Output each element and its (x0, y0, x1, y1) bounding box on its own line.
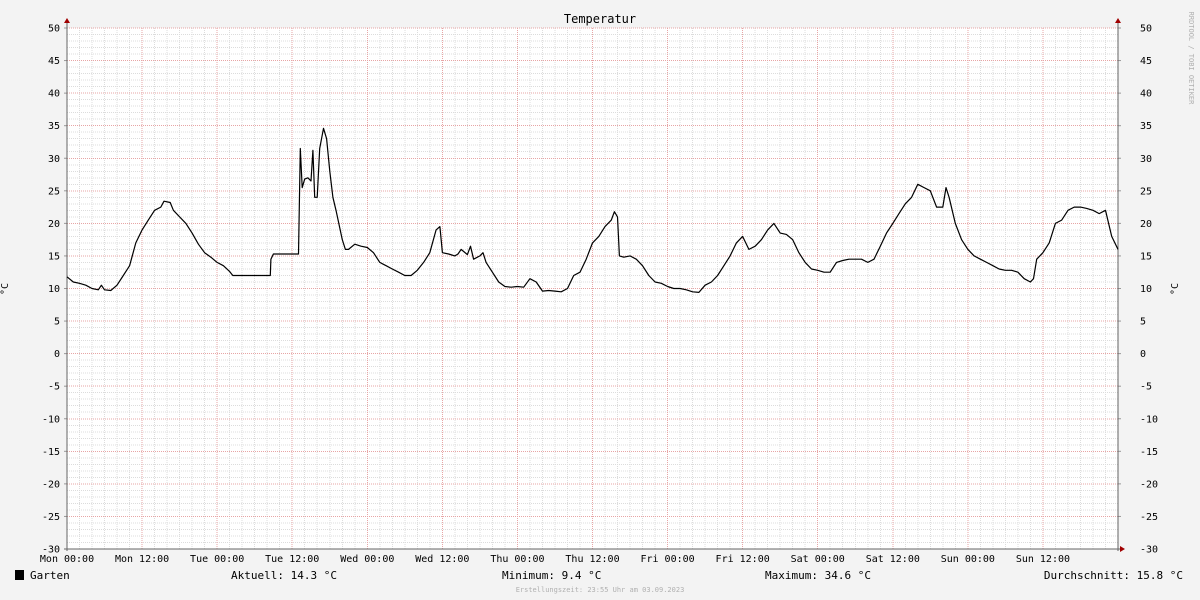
y-tick-label-left: 5 (54, 317, 60, 328)
y-tick-label-right: 25 (1140, 186, 1152, 197)
legend-swatch-garten (15, 570, 24, 580)
x-tick-label: Sun 00:00 (941, 554, 995, 565)
x-tick-label: Fri 12:00 (716, 554, 770, 565)
y-tick-label-left: 45 (48, 56, 60, 67)
y-tick-label-right: 5 (1140, 317, 1146, 328)
y-tick-label-right: 40 (1140, 89, 1152, 100)
y-tick-label-left: -20 (42, 479, 60, 490)
y-axis-label-right: °C (1170, 283, 1181, 295)
minimum-value: Minimum: 9.4 °C (502, 569, 601, 582)
chart-title: Temperatur (564, 12, 636, 26)
x-tick-label: Mon 12:00 (115, 554, 169, 565)
y-tick-label-left: 50 (48, 24, 60, 35)
y-tick-label-left: -5 (48, 382, 60, 393)
x-tick-label: Sun 12:00 (1016, 554, 1070, 565)
average-value: Durchschnitt: 15.8 °C (1044, 569, 1183, 582)
y-tick-label-right: 50 (1140, 24, 1152, 35)
y-tick-label-left: 20 (48, 219, 60, 230)
x-tick-label: Mon 00:00 (40, 554, 94, 565)
legend-label-garten: Garten (30, 569, 70, 582)
x-tick-label: Fri 00:00 (640, 554, 694, 565)
y-tick-label-left: -15 (42, 447, 60, 458)
y-tick-label-right: 10 (1140, 284, 1152, 295)
y-tick-label-left: 15 (48, 251, 60, 262)
maximum-value: Maximum: 34.6 °C (765, 569, 871, 582)
y-tick-label-left: 35 (48, 121, 60, 132)
x-tick-label: Wed 00:00 (340, 554, 394, 565)
y-tick-label-right: 20 (1140, 219, 1152, 230)
y-tick-label-right: -25 (1140, 512, 1158, 523)
y-tick-label-left: 40 (48, 89, 60, 100)
temperature-chart: 50 50 45 45 40 40 35 35 30 30 25 25 20 20 15 15 10 10 5 5 0 0… (0, 0, 1200, 600)
y-tick-label-left: 25 (48, 186, 60, 197)
x-tick-label: Sat 00:00 (791, 554, 845, 565)
y-tick-label-right: -30 (1140, 545, 1158, 556)
y-tick-label-right: -20 (1140, 479, 1158, 490)
y-tick-label-left: 10 (48, 284, 60, 295)
x-tick-label: Tue 12:00 (265, 554, 319, 565)
x-tick-label: Thu 12:00 (565, 554, 619, 565)
x-tick-label: Wed 12:00 (415, 554, 469, 565)
y-tick-label-left: -25 (42, 512, 60, 523)
y-tick-label-right: -10 (1140, 414, 1158, 425)
y-axis-label-left: °C (0, 283, 11, 295)
x-tick-label: Tue 00:00 (190, 554, 244, 565)
y-tick-label-left: 30 (48, 154, 60, 165)
y-tick-label-right: 30 (1140, 154, 1152, 165)
y-tick-label-right: -5 (1140, 382, 1152, 393)
y-tick-label-right: 15 (1140, 251, 1152, 262)
y-tick-label-right: 0 (1140, 349, 1146, 360)
y-tick-label-right: 35 (1140, 121, 1152, 132)
y-tick-label-left: 0 (54, 349, 60, 360)
chart-canvas: 50 5045 4540 4035 3530 3025 2520 2015 1510 105 50 0… (0, 0, 1200, 600)
y-tick-label-left: -10 (42, 414, 60, 425)
x-tick-label: Sat 12:00 (866, 554, 920, 565)
y-tick-label-right: -15 (1140, 447, 1158, 458)
y-tick-label-right: 45 (1140, 56, 1152, 67)
x-tick-label: Thu 00:00 (490, 554, 544, 565)
current-value: Aktuell: 14.3 °C (231, 569, 337, 582)
creation-timestamp: Erstellungszeit: 23:55 Uhr am 03.09.2023 (516, 586, 685, 594)
rrdtool-watermark: RRDTOOL / TOBI OETIKER (1187, 12, 1195, 106)
